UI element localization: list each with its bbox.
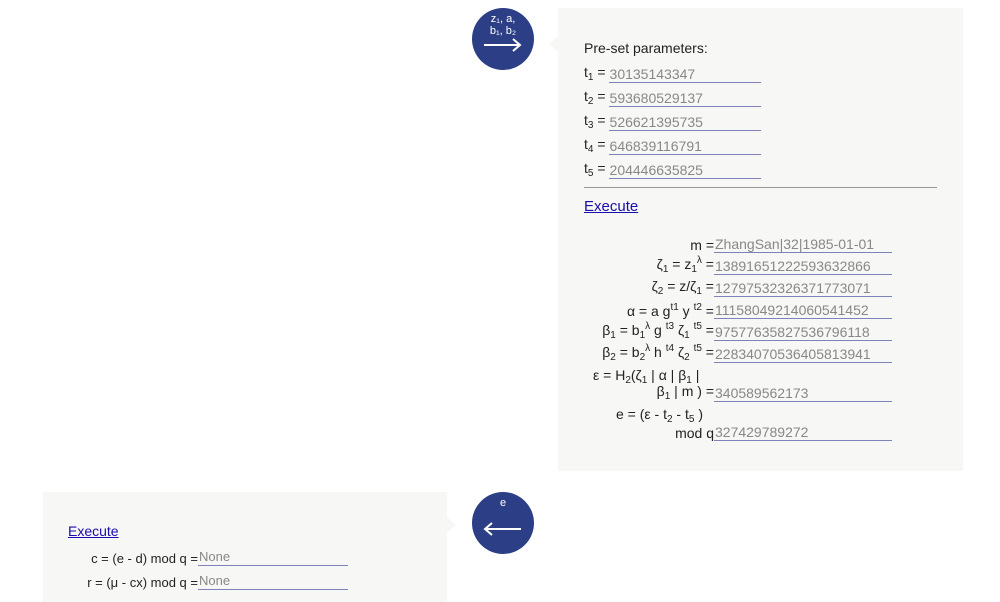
beta2-input[interactable] (714, 345, 892, 363)
alpha-input[interactable] (714, 301, 892, 319)
beta1-row: β1 = b1λ g t3 ζ1 t5 = (558, 321, 892, 341)
preset-title: Pre-set parameters: (584, 40, 708, 56)
e-row: mod q (558, 421, 892, 441)
arrow-left-icon (483, 522, 521, 536)
execute-button-prover[interactable]: Execute (584, 198, 638, 215)
alpha-row: α = a gt1 y t2 = (558, 299, 892, 319)
c-input[interactable] (198, 548, 348, 566)
prover-panel: Pre-set parameters: t1 = t2 = t3 = t4 = … (549, 8, 963, 471)
e-input[interactable] (714, 423, 892, 441)
m-input[interactable] (714, 235, 892, 253)
c-row: c = (e - d) mod q = (43, 546, 348, 566)
arrow-right-icon (484, 38, 522, 52)
param-row-t5: t5 = (584, 159, 761, 179)
param-t5-input[interactable] (608, 161, 761, 179)
beta2-row: β2 = b2λ h t4 ζ2 t5 = (558, 343, 892, 363)
send-to-verifier-arrow: z₁, a, b₁, b₂ (472, 8, 534, 70)
execute-button-verifier[interactable]: Execute (68, 523, 119, 539)
beta1-input[interactable] (714, 323, 892, 341)
send-to-prover-arrow: e (472, 492, 534, 554)
r-input[interactable] (198, 572, 348, 590)
zeta1-row: ζ1 = z1λ = (558, 255, 892, 275)
divider (584, 187, 937, 188)
param-t1-input[interactable] (608, 65, 761, 83)
param-row-t1: t1 = (584, 63, 761, 83)
param-t3-input[interactable] (608, 113, 761, 131)
param-t2-input[interactable] (608, 89, 761, 107)
param-t4-input[interactable] (608, 137, 761, 155)
zeta2-row: ζ2 = z/ζ1 = (558, 277, 892, 297)
m-row: m = (558, 233, 892, 253)
param-row-t4: t4 = (584, 135, 761, 155)
epsilon-row: β1 | m ) = (558, 382, 892, 402)
param-row-t2: t2 = (584, 87, 761, 107)
r-row: r = (μ - cx) mod q = (43, 570, 348, 590)
zeta1-input[interactable] (714, 257, 892, 275)
verifier-panel: Execute c = (e - d) mod q = r = (μ - cx)… (43, 492, 456, 602)
param-row-t3: t3 = (584, 111, 761, 131)
zeta2-input[interactable] (714, 279, 892, 297)
epsilon-input[interactable] (714, 384, 892, 402)
